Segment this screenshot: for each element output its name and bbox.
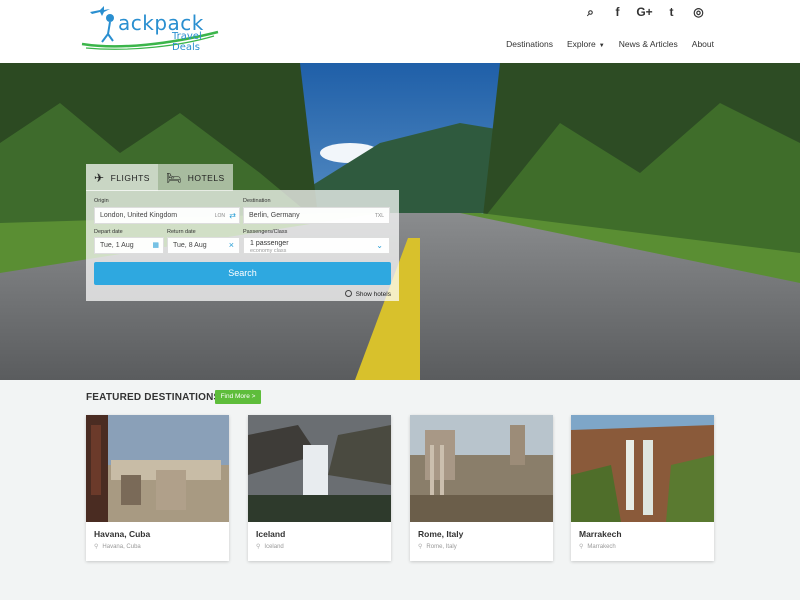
destination-card-iceland[interactable]: Iceland ⚲ Iceland — [248, 415, 391, 561]
google-plus-icon[interactable]: G+ — [631, 5, 658, 21]
destination-code: TXL — [374, 213, 384, 219]
nav-destinations[interactable]: Destinations — [506, 39, 553, 49]
origin-code: LON — [214, 213, 225, 219]
featured-title: FEATURED DESTINATIONS — [86, 392, 221, 403]
instagram-icon[interactable]: ◎ — [685, 5, 712, 21]
origin-field[interactable]: London, United Kingdom LON ⇄ — [94, 207, 240, 224]
search-button[interactable]: Search — [94, 262, 391, 285]
tab-flights[interactable]: ✈ FLIGHTS — [86, 164, 158, 191]
return-label: Return date — [167, 229, 196, 235]
chevron-down-icon: ⌄ — [376, 241, 383, 250]
card-location-text: Iceland — [264, 544, 284, 550]
destination-field[interactable]: Berlin, Germany TXL — [243, 207, 390, 224]
return-date-field[interactable]: Tue, 8 Aug × — [167, 237, 240, 254]
card-location-text: Havana, Cuba — [102, 544, 141, 550]
havana-image — [86, 415, 229, 522]
tab-hotels-label: HOTELS — [187, 172, 225, 183]
rome-image — [410, 415, 553, 522]
find-more-button[interactable]: Find More > — [215, 390, 261, 404]
card-location: ⚲ Rome, Italy — [418, 543, 457, 550]
checkbox-icon — [344, 290, 352, 297]
swap-icon[interactable]: ⇄ — [229, 211, 236, 220]
destination-card-rome[interactable]: Rome, Italy ⚲ Rome, Italy — [410, 415, 553, 561]
airplane-icon: ✈ — [94, 170, 105, 185]
header-icons: ⌕ f G+ t ◎ — [577, 5, 712, 21]
class-value: economy class — [250, 247, 287, 254]
destination-card-havana[interactable]: Havana, Cuba ⚲ Havana, Cuba — [86, 415, 229, 561]
nav-news-articles[interactable]: News & Articles — [619, 39, 678, 49]
marrakech-image — [571, 415, 714, 522]
search-icon[interactable]: ⌕ — [577, 5, 604, 21]
origin-value: London, United Kingdom — [100, 212, 178, 219]
nav-explore[interactable]: Explore ▼ — [567, 39, 605, 49]
main-nav: Destinations Explore ▼ News & Articles Ab… — [492, 39, 714, 49]
card-title: Rome, Italy — [418, 529, 464, 539]
destination-card-marrakech[interactable]: Marrakech ⚲ Marrakech — [571, 415, 714, 561]
depart-label: Depart date — [94, 229, 123, 235]
close-icon[interactable]: × — [229, 240, 234, 250]
twitter-icon[interactable]: t — [658, 5, 685, 21]
search-panel: Origin London, United Kingdom LON ⇄ Dest… — [86, 190, 399, 301]
nav-about[interactable]: About — [692, 39, 714, 49]
iceland-image — [248, 415, 391, 522]
card-location: ⚲ Havana, Cuba — [94, 543, 141, 550]
tab-hotels[interactable]: 🛏 HOTELS — [157, 164, 233, 191]
card-location: ⚲ Iceland — [256, 543, 284, 550]
card-title: Iceland — [256, 529, 286, 539]
caret-down-icon: ▼ — [598, 43, 605, 49]
logo-subtitle: Travel Deals — [172, 31, 202, 53]
depart-value: Tue, 1 Aug — [100, 242, 134, 249]
destination-label: Destination — [243, 198, 271, 204]
passengers-label: Passengers/Class — [243, 229, 288, 235]
site-header: ackpack Travel Deals ⌕ f G+ t ◎ Destinat… — [0, 0, 800, 63]
depart-date-field[interactable]: Tue, 1 Aug ▦ — [94, 237, 164, 254]
card-location-text: Rome, Italy — [426, 544, 457, 550]
passengers-value: 1 passenger — [250, 240, 289, 247]
card-title: Marrakech — [579, 529, 622, 539]
map-pin-icon: ⚲ — [579, 544, 584, 550]
facebook-icon[interactable]: f — [604, 5, 631, 21]
tab-flights-label: FLIGHTS — [110, 172, 150, 183]
card-title: Havana, Cuba — [94, 529, 151, 539]
passengers-select[interactable]: 1 passenger economy class ⌄ — [243, 237, 390, 254]
map-pin-icon: ⚲ — [94, 544, 99, 550]
logo[interactable]: ackpack Travel Deals — [80, 4, 225, 54]
card-location-text: Marrakech — [587, 544, 616, 550]
calendar-icon: ▦ — [152, 242, 159, 249]
destination-value: Berlin, Germany — [249, 212, 300, 219]
origin-label: Origin — [94, 198, 109, 204]
show-hotels-label: Show hotels — [355, 291, 391, 298]
bed-icon: 🛏 — [165, 170, 182, 185]
search-tabs: ✈ FLIGHTS 🛏 HOTELS — [86, 164, 233, 191]
show-hotels-toggle[interactable]: Show hotels — [344, 290, 391, 298]
map-pin-icon: ⚲ — [256, 544, 261, 550]
nav-explore-label: Explore — [566, 39, 596, 49]
card-location: ⚲ Marrakech — [579, 543, 616, 550]
return-value: Tue, 8 Aug — [173, 242, 207, 249]
map-pin-icon: ⚲ — [418, 544, 423, 550]
